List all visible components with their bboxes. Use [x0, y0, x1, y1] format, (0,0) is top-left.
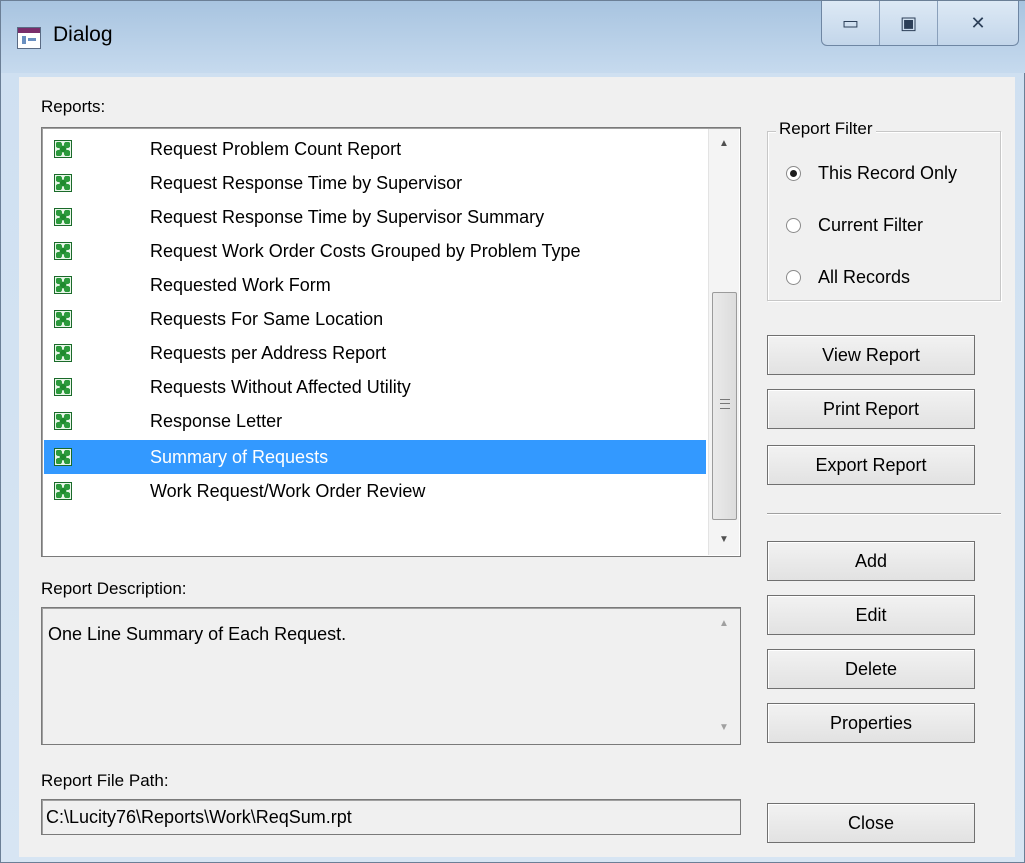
- list-item[interactable]: Response Letter: [44, 404, 706, 438]
- report-icon: [54, 276, 72, 294]
- report-icon: [54, 310, 72, 328]
- report-description-text: One Line Summary of Each Request.: [48, 624, 347, 644]
- report-icon: [54, 242, 72, 260]
- list-item[interactable]: Request Response Time by Supervisor: [44, 166, 706, 200]
- report-file-path-field[interactable]: C:\Lucity76\Reports\Work\ReqSum.rpt: [41, 799, 741, 835]
- list-item[interactable]: Request Problem Count Report: [44, 132, 706, 166]
- report-icon: [54, 412, 72, 430]
- close-button[interactable]: Close: [767, 803, 975, 843]
- scroll-down-icon[interactable]: ▼: [709, 713, 739, 743]
- list-item-label: Requests Without Affected Utility: [150, 377, 411, 397]
- report-icon: [54, 378, 72, 396]
- dialog-window: Dialog ▭ ▣ ✕ Reports: Request Problem Co…: [0, 0, 1025, 863]
- report-filter-group: Report Filter This Record Only Current F…: [767, 119, 1001, 301]
- delete-button[interactable]: Delete: [767, 649, 975, 689]
- window-title: Dialog: [53, 23, 113, 46]
- radio-button[interactable]: [786, 270, 801, 285]
- radio-button[interactable]: [786, 166, 801, 181]
- minimize-button[interactable]: ▭: [822, 1, 881, 45]
- report-filter-title: Report Filter: [776, 119, 876, 139]
- edit-button[interactable]: Edit: [767, 595, 975, 635]
- close-icon: ✕: [970, 12, 986, 33]
- grip-icon: [720, 399, 730, 409]
- dialog-app-icon: [17, 27, 41, 49]
- report-file-path-label: Report File Path:: [41, 771, 169, 790]
- list-item-label: Requested Work Form: [150, 275, 331, 295]
- reports-scrollbar[interactable]: ▲ ▼: [708, 129, 739, 555]
- title-bar[interactable]: Dialog ▭ ▣ ✕: [1, 1, 1025, 73]
- reports-listbox[interactable]: Request Problem Count Report Request Resp…: [41, 127, 741, 557]
- radio-label: Current Filter: [818, 215, 924, 235]
- maximize-icon: ▣: [900, 12, 918, 33]
- report-description-label: Report Description:: [41, 579, 187, 598]
- list-item-label: Summary of Requests: [150, 447, 329, 467]
- list-item[interactable]: Requested Work Form: [44, 268, 706, 302]
- window-controls: ▭ ▣ ✕: [821, 1, 1019, 46]
- export-report-button[interactable]: Export Report: [767, 445, 975, 485]
- scroll-down-icon[interactable]: ▼: [709, 525, 739, 555]
- add-button[interactable]: Add: [767, 541, 975, 581]
- report-icon: [54, 208, 72, 226]
- report-icon: [54, 174, 72, 192]
- list-item-label: Work Request/Work Order Review: [150, 481, 426, 501]
- print-report-button[interactable]: Print Report: [767, 389, 975, 429]
- list-item-label: Request Response Time by Supervisor Summ…: [150, 207, 545, 227]
- list-item[interactable]: Requests per Address Report: [44, 336, 706, 370]
- radio-label: All Records: [818, 267, 911, 287]
- report-icon: [54, 140, 72, 158]
- scroll-up-icon[interactable]: ▲: [709, 609, 739, 639]
- list-item[interactable]: Summary of Requests: [44, 440, 706, 474]
- report-icon: [54, 344, 72, 362]
- report-icon: [54, 448, 72, 466]
- list-item[interactable]: Work Request/Work Order Review: [44, 474, 706, 508]
- maximize-button[interactable]: ▣: [880, 1, 939, 45]
- list-item-label: Response Letter: [150, 411, 283, 431]
- list-item-label: Requests per Address Report: [150, 343, 387, 363]
- report-description-box[interactable]: One Line Summary of Each Request. ▲ ▼: [41, 607, 741, 745]
- list-item-label: Request Work Order Costs Grouped by Prob…: [150, 241, 581, 261]
- dialog-body: Reports: Request Problem Count Report Req…: [19, 77, 1015, 857]
- minimize-icon: ▭: [842, 12, 860, 33]
- close-window-button[interactable]: ✕: [938, 1, 1018, 45]
- reports-label: Reports:: [41, 97, 106, 116]
- properties-button[interactable]: Properties: [767, 703, 975, 743]
- list-item[interactable]: Requests Without Affected Utility: [44, 370, 706, 404]
- scrollbar-thumb[interactable]: [712, 292, 737, 520]
- list-item[interactable]: Request Response Time by Supervisor Summ…: [44, 200, 706, 234]
- separator: [767, 513, 1001, 515]
- list-item-label: Request Response Time by Supervisor: [150, 173, 463, 193]
- list-item[interactable]: Request Work Order Costs Grouped by Prob…: [44, 234, 706, 268]
- list-item-label: Request Problem Count Report: [150, 139, 402, 159]
- view-report-button[interactable]: View Report: [767, 335, 975, 375]
- scroll-up-icon[interactable]: ▲: [709, 129, 739, 159]
- list-item[interactable]: Requests For Same Location: [44, 302, 706, 336]
- radio-button[interactable]: [786, 218, 801, 233]
- report-icon: [54, 482, 72, 500]
- report-file-path-value: C:\Lucity76\Reports\Work\ReqSum.rpt: [46, 807, 352, 827]
- radio-label: This Record Only: [818, 163, 958, 183]
- list-item-label: Requests For Same Location: [150, 309, 384, 329]
- description-scrollbar[interactable]: ▲ ▼: [709, 609, 739, 743]
